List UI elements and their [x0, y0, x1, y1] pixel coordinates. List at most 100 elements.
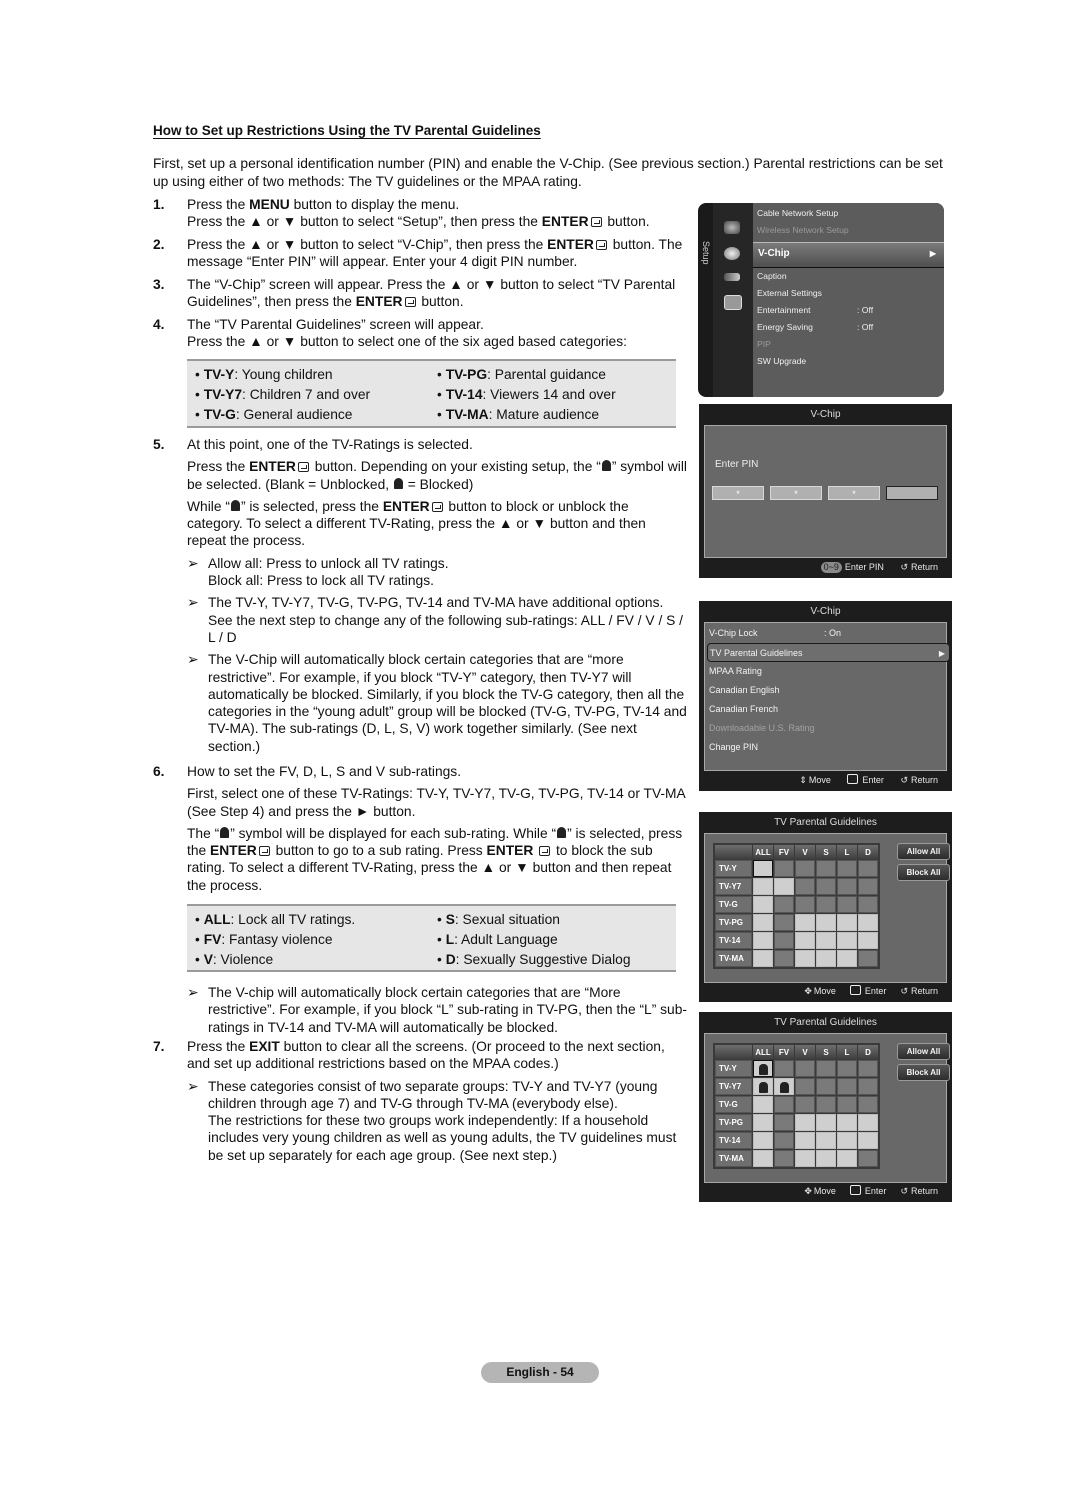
- note: ➢ The TV-Y, TV-Y7, TV-G, TV-PG, TV-14 and…: [187, 595, 683, 645]
- row-label-tv-y[interactable]: TV-Y: [715, 1060, 752, 1077]
- block-all-button[interactable]: Block All: [897, 864, 950, 881]
- rating-cell[interactable]: [858, 932, 878, 949]
- row-label-tv-y7[interactable]: TV-Y7: [715, 878, 752, 895]
- row-label-tv-14[interactable]: TV-14: [715, 932, 752, 949]
- rating-cell[interactable]: [816, 1132, 836, 1149]
- pin-digit-3[interactable]: *: [828, 486, 880, 500]
- rating-cell[interactable]: [753, 878, 773, 895]
- rating-cell[interactable]: [816, 950, 836, 967]
- rating-cell[interactable]: [837, 932, 857, 949]
- step-number: 1.: [153, 197, 165, 212]
- enter-key-label: ENTER: [382, 498, 430, 514]
- row-label-tv-y7[interactable]: TV-Y7: [715, 1078, 752, 1095]
- rating-cell[interactable]: [795, 950, 815, 967]
- footer-enter[interactable]: Enter: [862, 775, 884, 785]
- block-all-button[interactable]: Block All: [897, 1064, 950, 1081]
- rating-cell[interactable]: [816, 932, 836, 949]
- input-icon[interactable]: [724, 295, 742, 310]
- rating-cell[interactable]: [753, 1150, 773, 1167]
- rating-cell[interactable]: [816, 1150, 836, 1167]
- row-label-tv-14[interactable]: TV-14: [715, 1132, 752, 1149]
- subrating-item: • FV: Fantasy violence: [195, 932, 333, 947]
- allow-all-button[interactable]: Allow All: [897, 843, 950, 860]
- footer-return[interactable]: Return: [911, 1186, 938, 1196]
- menu-item-pip[interactable]: PIP: [757, 336, 937, 353]
- row-label-tv-ma[interactable]: TV-MA: [715, 950, 752, 967]
- return-icon: ↺: [900, 1186, 908, 1196]
- row-label-tv-ma[interactable]: TV-MA: [715, 1150, 752, 1167]
- menu-item-entertainment[interactable]: Entertainment: Off: [757, 302, 937, 319]
- rating-cell[interactable]: [774, 878, 794, 895]
- menu-item-cable-network-setup[interactable]: Cable Network Setup: [757, 205, 937, 222]
- picture-icon[interactable]: [724, 221, 740, 234]
- menu-item-v-chip[interactable]: V-Chip ▶: [753, 242, 944, 268]
- footer-return[interactable]: Return: [911, 986, 938, 996]
- rating-cell[interactable]: [753, 1078, 773, 1095]
- vchip-item-downloadable-rating[interactable]: Downloadable U.S. Rating: [709, 719, 949, 738]
- row-label-tv-g[interactable]: TV-G: [715, 1096, 752, 1113]
- menu-item-wireless-network-setup[interactable]: Wireless Network Setup: [757, 222, 937, 239]
- menu-item-sw-upgrade[interactable]: SW Upgrade: [757, 353, 937, 370]
- menu-item-external-settings[interactable]: External Settings: [757, 285, 937, 302]
- row-label-tv-pg[interactable]: TV-PG: [715, 914, 752, 931]
- rating-cell[interactable]: [837, 914, 857, 931]
- rating-cell[interactable]: [858, 914, 878, 931]
- rating-cell[interactable]: [753, 860, 773, 877]
- gear-icon[interactable]: [724, 247, 740, 260]
- text: button.: [603, 214, 650, 230]
- pin-digit-2[interactable]: *: [770, 486, 822, 500]
- rating-cell[interactable]: [816, 914, 836, 931]
- vchip-item-tv-parental-guidelines[interactable]: TV Parental Guidelines ▶: [707, 643, 950, 662]
- screen-footer: ✥ Move Enter ↺ Return: [699, 980, 952, 1002]
- rating-cell[interactable]: [774, 1078, 794, 1095]
- setup-menu-screen: Setup Cable Network Setup Wireless Netwo…: [698, 203, 944, 397]
- rating-cell[interactable]: [795, 1114, 815, 1131]
- rating-cell[interactable]: [795, 1150, 815, 1167]
- rating-cell[interactable]: [795, 914, 815, 931]
- footer-enter[interactable]: Enter: [865, 1186, 887, 1196]
- rating-cell[interactable]: [858, 1132, 878, 1149]
- vchip-item-mpaa-rating[interactable]: MPAA Rating: [709, 662, 949, 681]
- rating-cell[interactable]: [753, 896, 773, 913]
- rating-cell[interactable]: [753, 932, 773, 949]
- rating-cell[interactable]: [753, 1096, 773, 1113]
- rating-cell[interactable]: [837, 1114, 857, 1131]
- rating-cell[interactable]: [753, 1114, 773, 1131]
- lock-icon: [758, 1082, 768, 1093]
- vchip-item-canadian-french[interactable]: Canadian French: [709, 700, 949, 719]
- rating-cell[interactable]: [753, 1060, 773, 1077]
- footer-return[interactable]: Return: [911, 562, 938, 572]
- footer-enter[interactable]: Enter: [865, 986, 887, 996]
- rating-cell: [816, 1060, 836, 1077]
- rating-cell[interactable]: [858, 1114, 878, 1131]
- rating-cell[interactable]: [753, 1132, 773, 1149]
- vchip-item-change-pin[interactable]: Change PIN: [709, 738, 949, 757]
- rating-cell[interactable]: [837, 950, 857, 967]
- rating-cell[interactable]: [795, 1132, 815, 1149]
- row-label-tv-pg[interactable]: TV-PG: [715, 1114, 752, 1131]
- allow-all-button[interactable]: Allow All: [897, 1043, 950, 1060]
- step-6: 6. How to set the FV, D, L, S and V sub-…: [153, 763, 688, 899]
- vchip-item-canadian-english[interactable]: Canadian English: [709, 681, 949, 700]
- rating-cell[interactable]: [753, 914, 773, 931]
- text: At this point, one of the TV-Ratings is …: [187, 437, 473, 452]
- subrating-item: • L: Adult Language: [437, 932, 558, 947]
- menu-item-energy-saving[interactable]: Energy Saving: Off: [757, 319, 937, 336]
- enter-icon: [431, 501, 443, 512]
- rating-cell[interactable]: [753, 950, 773, 967]
- footer-return[interactable]: Return: [911, 775, 938, 785]
- row-label-tv-y[interactable]: TV-Y: [715, 860, 752, 877]
- rating-cell[interactable]: [837, 1132, 857, 1149]
- pin-digit-4[interactable]: [886, 486, 938, 500]
- enter-key-label: ENTER: [249, 459, 296, 475]
- rating-cell: [795, 1096, 815, 1113]
- row-label-tv-g[interactable]: TV-G: [715, 896, 752, 913]
- rating-cell[interactable]: [795, 932, 815, 949]
- rating-cell[interactable]: [816, 1114, 836, 1131]
- menu-item-caption[interactable]: Caption: [757, 268, 937, 285]
- pin-digit-1[interactable]: *: [712, 486, 764, 500]
- vchip-item-lock[interactable]: V-Chip Lock: On: [709, 624, 949, 643]
- rating-cell[interactable]: [837, 1150, 857, 1167]
- rating-row: TV-MA: [715, 1150, 878, 1167]
- channel-icon[interactable]: [724, 273, 740, 281]
